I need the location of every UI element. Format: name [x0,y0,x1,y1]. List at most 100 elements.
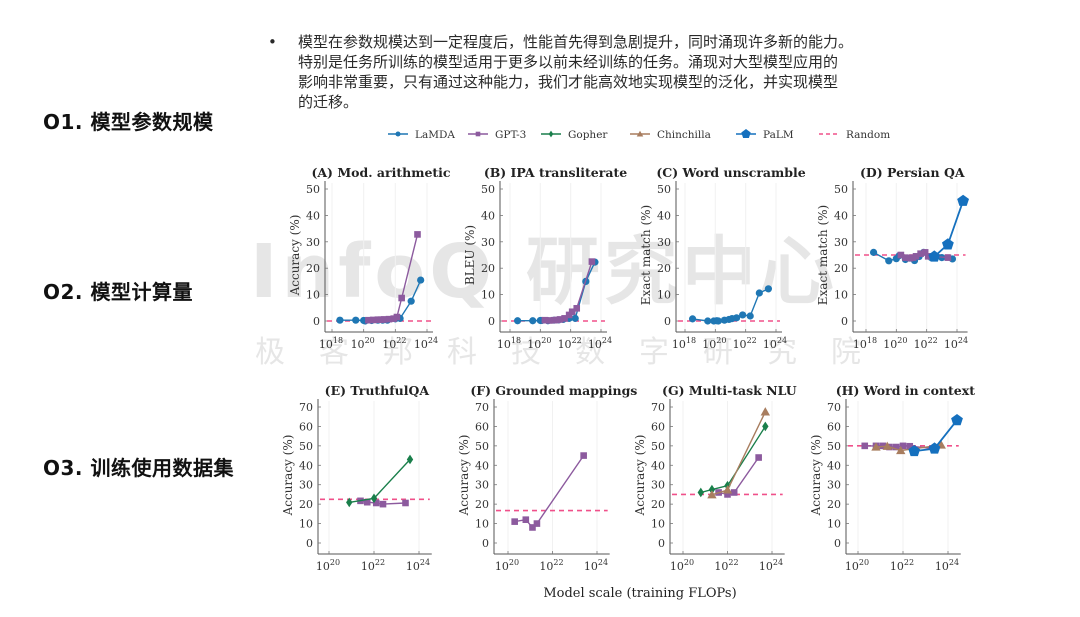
x-tick-exponent: 18 [333,336,343,345]
x-tick-label: 1022 [539,558,563,573]
legend-label: Random [846,129,890,141]
y-tick-label: 0 [664,315,671,328]
y-tick-label: 50 [657,183,671,196]
series-lamda [513,258,599,325]
lamda-marker [688,315,697,323]
y-tick-label: 0 [841,315,848,328]
y-tick-label: 10 [827,518,841,531]
x-tick-exponent: 22 [728,558,738,567]
lamda-marker [336,316,344,324]
x-tick-label: 1022 [558,336,582,351]
gpt-3-marker [398,294,405,302]
x-tick-exponent: 20 [541,336,551,345]
x-tick-label: 1018 [319,336,343,351]
lamda-marker [395,131,401,137]
lamda-marker [352,316,360,324]
x-tick-exponent: 24 [958,336,968,345]
legend-label: LaMDA [415,129,455,141]
y-tick-label: 20 [657,262,671,275]
x-tick-label: 1024 [935,558,959,573]
panel-title: (C) Word unscramble [656,165,805,180]
y-tick-label: 20 [834,262,848,275]
y-tick-label: 40 [834,209,848,222]
series-lamda [688,285,773,325]
y-tick-label: 50 [651,440,665,453]
x-tick-exponent: 22 [396,336,406,345]
x-tick-exponent: 24 [428,336,438,345]
legend-label: Chinchilla [657,129,711,141]
x-tick-label: 1020 [670,558,694,573]
y-tick-label: 40 [299,459,313,472]
y-tick-label: 50 [827,440,841,453]
gpt-3-marker [379,500,387,508]
gpt-3-marker [944,254,952,261]
x-tick-exponent: 22 [904,558,914,567]
y-tick-label: 70 [827,401,841,414]
y-tick-label: 0 [313,315,320,328]
x-tick-exponent: 24 [773,558,783,567]
x-tick-exponent: 24 [602,336,612,345]
y-tick-label: 30 [475,479,489,492]
x-axis-label: Model scale (training FLOPs) [543,586,736,601]
x-tick-exponent: 18 [686,336,696,345]
y-tick-label: 10 [306,289,320,302]
y-tick-label: 40 [475,459,489,472]
lamda-marker [869,248,878,256]
panel-title: (H) Word in context [836,383,975,398]
y-tick-label: 40 [827,459,841,472]
y-tick-label: 10 [299,518,313,531]
x-tick-label: 1024 [763,336,787,351]
lamda-marker [513,317,522,325]
x-tick-exponent: 20 [859,558,869,567]
lamda-marker [571,314,579,322]
panel-title: (G) Multi-task NLU [662,383,797,398]
panel-title: (E) TruthfulQA [325,383,430,398]
x-tick-label: 1024 [588,336,612,351]
lamda-marker [417,276,425,284]
x-tick-exponent: 20 [684,558,694,567]
y-tick-label: 30 [651,479,665,492]
y-tick-label: 0 [488,315,495,328]
y-tick-label: 50 [475,440,489,453]
x-tick-exponent: 24 [598,558,608,567]
x-tick-label: 1022 [914,336,938,351]
x-tick-exponent: 22 [572,336,582,345]
y-tick-label: 30 [481,236,495,249]
y-tick-label: 50 [306,183,320,196]
y-tick-label: 20 [475,498,489,511]
x-tick-label: 1018 [853,336,877,351]
series-line [718,457,760,496]
y-tick-label: 60 [651,420,665,433]
series-line [349,459,411,504]
y-tick-label: 10 [834,289,848,302]
chinchilla-marker [760,407,771,416]
chart-grid: LaMDA GPT-3 Gopher Chinchilla PaLM Random (A)… [281,129,975,601]
legend-label: GPT-3 [495,129,526,141]
x-tick-label: 1024 [944,336,968,351]
panel-h: (H) Word in context0102030405060701020 10… [809,383,975,573]
x-tick-exponent: 20 [897,336,907,345]
gpt-3-marker [588,258,596,265]
panel-c: (C) Word unscramble010203040501018 1020 10… [639,165,806,351]
y-tick-label: 0 [834,537,841,550]
series-line [517,261,596,322]
x-tick-label: 1024 [759,558,783,573]
x-tick-exponent: 22 [928,336,938,345]
y-tick-label: 0 [306,537,313,550]
x-tick-label: 1018 [497,336,521,351]
gpt-3-marker [511,518,518,525]
chart-panels: (A) Mod. arithmetic010203040501018 1020 10… [281,165,975,573]
x-tick-exponent: 20 [509,558,519,567]
x-tick-exponent: 22 [553,558,563,567]
x-tick-label: 1020 [495,558,519,573]
y-tick-label: 20 [299,498,313,511]
panel-b: (B) IPA transliterate010203040501018 1020… [463,165,627,351]
y-axis-label: Accuracy (%) [809,435,823,517]
gopher-marker [548,130,554,138]
panel-e: (E) TruthfulQA0102030405060701020 1022 102… [281,383,432,573]
lamda-marker [755,289,763,297]
legend: LaMDA GPT-3 Gopher Chinchilla PaLM Random [388,129,890,141]
series-line [711,411,766,496]
gpt-3-marker [475,131,481,137]
x-tick-exponent: 24 [777,336,787,345]
